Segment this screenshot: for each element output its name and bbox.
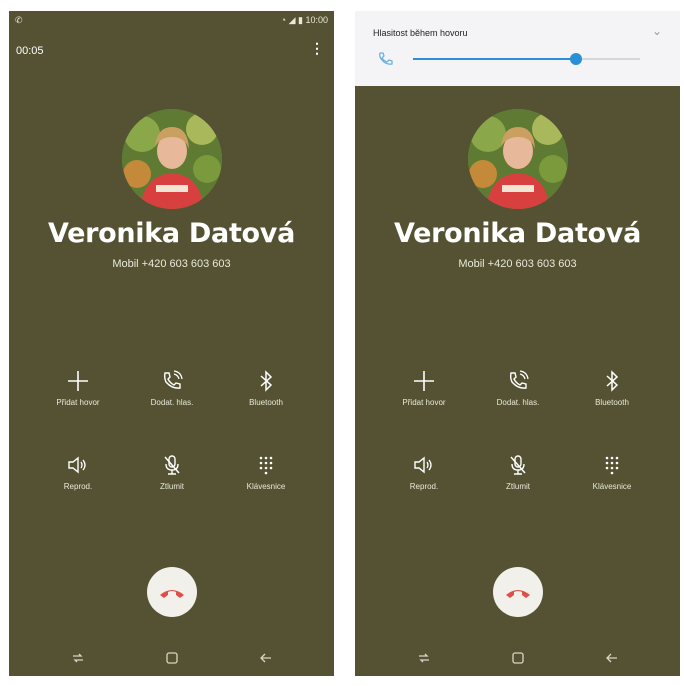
recent-apps-button[interactable]: [413, 648, 435, 668]
phone-icon: [377, 51, 395, 72]
back-button[interactable]: [255, 648, 277, 668]
status-right: ◔ ◢ ▮ 10:00: [280, 15, 328, 25]
speaker-label: Reprod.: [63, 482, 93, 491]
extra-volume-button[interactable]: Dodat. hlas.: [473, 367, 563, 407]
back-button[interactable]: [601, 648, 623, 668]
mic-off-icon: [510, 455, 526, 475]
navigation-bar: [355, 638, 680, 676]
speaker-icon: [68, 456, 86, 474]
bluetooth-icon: [606, 370, 619, 392]
volume-knob[interactable]: [570, 53, 583, 65]
volume-fill: [413, 58, 577, 60]
plus-icon: [68, 371, 88, 391]
phone-volume-icon: [509, 370, 529, 389]
home-icon: [166, 652, 178, 664]
mute-button[interactable]: Ztlumit: [473, 451, 563, 491]
plus-icon: [414, 371, 434, 391]
volume-title: Hlasitost během hovoru: [373, 28, 468, 38]
extra-volume-label: Dodat. hlas.: [150, 398, 194, 407]
bluetooth-label: Bluetooth: [595, 398, 629, 407]
contact-number: Mobil +420 603 603 603: [112, 258, 231, 270]
keypad-icon: [259, 456, 273, 475]
speaker-button[interactable]: Reprod.: [33, 451, 123, 491]
add-call-label: Přidat hovor: [402, 398, 446, 407]
end-call-button[interactable]: [147, 567, 197, 617]
keypad-button[interactable]: Klávesnice: [221, 451, 311, 491]
back-arrow-icon: [606, 653, 617, 663]
contact-number: Mobil +420 603 603 603: [458, 258, 577, 270]
bluetooth-icon: [260, 370, 273, 392]
volume-slider[interactable]: [413, 53, 640, 65]
call-timer: 00:05: [16, 45, 44, 57]
chevron-down-icon[interactable]: ⌄: [652, 24, 662, 38]
home-icon: [512, 652, 524, 664]
speaker-label: Reprod.: [409, 482, 439, 491]
home-button[interactable]: [507, 648, 529, 668]
status-bar: ✆ ◔ ◢ ▮ 10:00: [9, 11, 334, 31]
extra-volume-label: Dodat. hlas.: [496, 398, 540, 407]
more-options-icon[interactable]: ⋮: [310, 41, 324, 55]
hang-up-icon: [506, 590, 530, 598]
recent-apps-button[interactable]: [67, 648, 89, 668]
add-call-button[interactable]: Přidat hovor: [379, 367, 469, 407]
recent-apps-icon: [73, 653, 83, 663]
phone-call-icon: ✆: [15, 15, 23, 25]
bluetooth-button[interactable]: Bluetooth: [567, 367, 657, 407]
hang-up-icon: [160, 590, 184, 598]
speaker-button[interactable]: Reprod.: [379, 451, 469, 491]
bluetooth-label: Bluetooth: [249, 398, 283, 407]
add-call-button[interactable]: Přidat hovor: [33, 367, 123, 407]
add-call-label: Přidat hovor: [56, 398, 100, 407]
call-screen-left: ✆ ◔ ◢ ▮ 10:00 00:05 ⋮ Veronika Datová Mo…: [9, 11, 334, 676]
contact-avatar: [122, 109, 222, 209]
call-screen-right: Hlasitost během hovoru ⌄ Veronika Datová…: [355, 11, 680, 676]
volume-panel: Hlasitost během hovoru ⌄: [355, 11, 680, 86]
keypad-button[interactable]: Klávesnice: [567, 451, 657, 491]
contact-name: Veronika Datová: [393, 218, 642, 249]
contact-name: Veronika Datová: [47, 218, 296, 249]
navigation-bar: [9, 638, 334, 676]
recent-apps-icon: [419, 653, 429, 663]
mute-button[interactable]: Ztlumit: [127, 451, 217, 491]
back-arrow-icon: [260, 653, 271, 663]
keypad-label: Klávesnice: [246, 482, 286, 491]
phone-volume-icon: [163, 370, 183, 389]
bluetooth-button[interactable]: Bluetooth: [221, 367, 311, 407]
mic-off-icon: [164, 455, 180, 475]
mute-label: Ztlumit: [506, 482, 530, 491]
home-button[interactable]: [161, 648, 183, 668]
keypad-icon: [605, 456, 619, 475]
extra-volume-button[interactable]: Dodat. hlas.: [127, 367, 217, 407]
status-time: 10:00: [305, 15, 328, 25]
speaker-icon: [414, 456, 432, 474]
keypad-label: Klávesnice: [592, 482, 632, 491]
contact-avatar: [468, 109, 568, 209]
mute-label: Ztlumit: [160, 482, 184, 491]
end-call-button[interactable]: [493, 567, 543, 617]
